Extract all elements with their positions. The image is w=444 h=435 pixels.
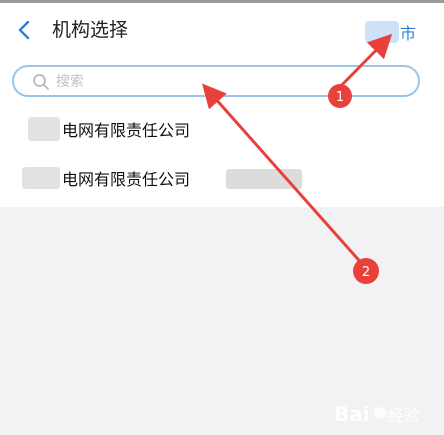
organization-name: 电网有限责任公司 <box>62 121 191 140</box>
chevron-left-icon[interactable] <box>16 19 32 41</box>
organization-name: 电网有限责任公司 <box>62 170 191 189</box>
search-input[interactable] <box>54 70 388 94</box>
page-title: 机构选择 <box>52 19 129 41</box>
redacted-text <box>22 167 60 189</box>
redacted-text <box>28 117 60 141</box>
redacted-text <box>226 169 302 189</box>
city-name-redacted <box>364 21 399 43</box>
svg-text:Bai: Bai <box>334 402 370 426</box>
search-box[interactable] <box>12 65 420 97</box>
search-area <box>0 57 444 107</box>
annotation-marker-2: 2 <box>353 258 379 284</box>
list-item[interactable]: 电网有限责任公司 <box>0 107 444 157</box>
nav-header: 机构选择 市 <box>0 3 444 57</box>
svg-text:经验: 经验 <box>388 406 420 425</box>
city-selector[interactable]: 市 <box>364 20 416 44</box>
search-icon <box>33 74 49 90</box>
baidu-watermark-logo: Bai 经验 <box>334 402 420 426</box>
annotation-label-2: 2 <box>362 265 370 280</box>
list-item[interactable]: 电网有限责任公司 <box>0 157 444 207</box>
city-suffix-label: 市 <box>399 24 416 43</box>
organization-list: 电网有限责任公司 电网有限责任公司 <box>0 107 444 207</box>
